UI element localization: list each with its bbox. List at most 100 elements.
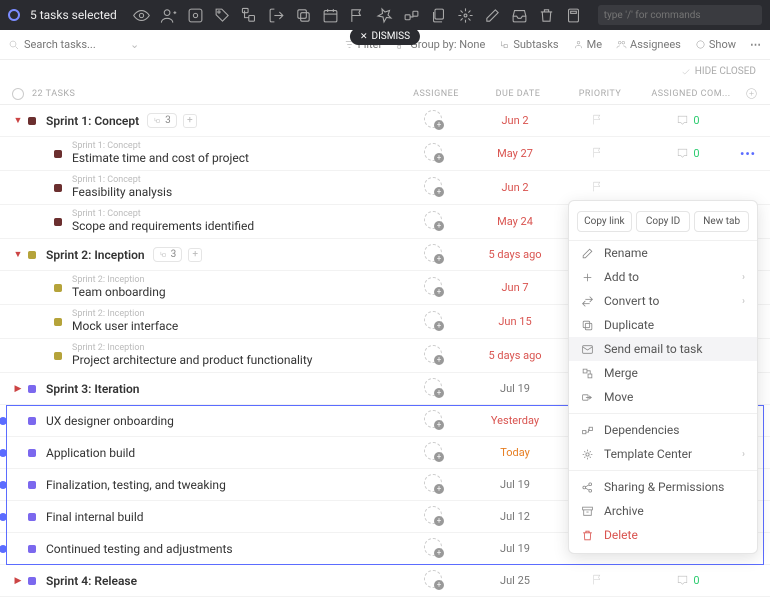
assignee-placeholder-icon[interactable]	[424, 442, 442, 460]
assignee-cell[interactable]	[392, 538, 474, 559]
assignee-placeholder-icon[interactable]	[424, 506, 442, 524]
ctx-item-add-to[interactable]: Add to›	[569, 265, 757, 289]
assignee-placeholder-icon[interactable]	[424, 211, 442, 229]
duplicate-icon[interactable]	[295, 7, 312, 24]
assignee-placeholder-icon[interactable]	[424, 244, 442, 262]
template-icon[interactable]	[565, 7, 582, 24]
status-color-dot[interactable]	[28, 577, 36, 585]
assignee-cell[interactable]	[392, 345, 474, 366]
due-date-cell[interactable]: Today	[474, 446, 556, 459]
task-row[interactable]: ▶Sprint 4: ReleaseJul 250	[0, 565, 770, 597]
col-assignee[interactable]: ASSIGNEE	[395, 89, 477, 99]
ctx-item-dependencies[interactable]: Dependencies	[569, 418, 757, 442]
status-color-dot[interactable]	[54, 184, 62, 192]
task-title-wrap[interactable]: Sprint 1: ConceptEstimate time and cost …	[72, 142, 392, 165]
assignee-cell[interactable]	[392, 570, 474, 591]
assignee-placeholder-icon[interactable]	[424, 311, 442, 329]
add-subtask-button[interactable]: +	[183, 114, 197, 128]
status-color-dot[interactable]	[28, 251, 36, 259]
chevron-down-icon[interactable]: ⌄	[130, 38, 139, 51]
task-title-wrap[interactable]: Sprint 2: InceptionMock user interface	[72, 310, 392, 333]
assignee-cell[interactable]	[392, 244, 474, 265]
date-icon[interactable]	[322, 7, 339, 24]
status-color-dot[interactable]	[28, 545, 36, 553]
ctx-item-template-center[interactable]: Template Center›	[569, 442, 757, 466]
assignee-cell[interactable]	[392, 110, 474, 131]
assignee-placeholder-icon[interactable]	[424, 110, 442, 128]
flag-icon[interactable]	[349, 7, 366, 24]
assignee-placeholder-icon[interactable]	[424, 143, 442, 161]
assignee-placeholder-icon[interactable]	[424, 538, 442, 556]
row-more-icon[interactable]: •••	[738, 147, 758, 161]
subtask-count-badge[interactable]: 3	[147, 113, 177, 128]
assignee-placeholder-icon[interactable]	[424, 277, 442, 295]
due-date-cell[interactable]: Jun 7	[474, 281, 556, 294]
task-title-wrap[interactable]: Sprint 4: Release	[46, 574, 392, 588]
close-icon[interactable]: ✕	[360, 32, 368, 42]
collapse-all-icon[interactable]	[12, 88, 24, 100]
due-date-cell[interactable]: Jun 2	[474, 114, 556, 127]
due-date-cell[interactable]: Jul 12	[474, 510, 556, 523]
copy-id-button[interactable]: Copy ID	[636, 211, 691, 232]
ctx-item-move[interactable]: Move	[569, 385, 757, 409]
assignee-cell[interactable]	[392, 143, 474, 164]
assignee-cell[interactable]	[392, 474, 474, 495]
copy-icon[interactable]	[430, 7, 447, 24]
inbox-icon[interactable]	[511, 7, 528, 24]
assignee-cell[interactable]	[392, 506, 474, 527]
task-row[interactable]: ▼Sprint 1: Concept3+Jun 20	[0, 105, 770, 137]
copy-link-button[interactable]: Copy link	[577, 211, 632, 232]
task-title-wrap[interactable]: Finalization, testing, and tweaking	[46, 478, 392, 492]
assignee-cell[interactable]	[392, 211, 474, 232]
status-color-dot[interactable]	[54, 352, 62, 360]
ctx-item-convert-to[interactable]: Convert to›	[569, 289, 757, 313]
ctx-item-sharing-permissions[interactable]: Sharing & Permissions	[569, 475, 757, 499]
status-color-dot[interactable]	[28, 417, 36, 425]
status-color-dot[interactable]	[28, 449, 36, 457]
task-title-wrap[interactable]: Continued testing and adjustments	[46, 542, 392, 556]
new-tab-button[interactable]: New tab	[694, 211, 749, 232]
task-title-wrap[interactable]: Final internal build	[46, 510, 392, 524]
edit-icon[interactable]	[484, 7, 501, 24]
task-title-wrap[interactable]: Sprint 2: InceptionProject architecture …	[72, 344, 392, 367]
priority-cell[interactable]	[556, 113, 638, 129]
assignee-cell[interactable]	[392, 311, 474, 332]
priority-cell[interactable]	[556, 573, 638, 589]
watch-icon[interactable]	[133, 7, 150, 24]
due-date-cell[interactable]: Jul 19	[474, 478, 556, 491]
assignee-cell[interactable]	[392, 277, 474, 298]
show-button[interactable]: Show	[695, 38, 736, 51]
task-row[interactable]: Sprint 1: ConceptEstimate time and cost …	[0, 137, 770, 171]
expand-caret[interactable]: ▼	[12, 249, 24, 260]
comments-cell[interactable]: 0	[638, 114, 738, 127]
subtask-count-badge[interactable]: 3	[153, 247, 183, 262]
expand-caret[interactable]: ▶	[12, 384, 24, 394]
status-color-dot[interactable]	[54, 150, 62, 158]
status-color-dot[interactable]	[28, 481, 36, 489]
command-input[interactable]	[598, 5, 762, 25]
assignees-button[interactable]: Assignees	[616, 38, 681, 51]
trash-icon[interactable]	[538, 7, 555, 24]
status-color-dot[interactable]	[28, 117, 36, 125]
subtasks-button[interactable]: Subtasks	[499, 38, 558, 51]
task-title-wrap[interactable]: Sprint 3: Iteration	[46, 382, 392, 396]
more-menu-icon[interactable]: ⋯	[750, 38, 762, 51]
search-box[interactable]: ⌄	[8, 38, 139, 51]
add-subtask-button[interactable]: +	[188, 248, 202, 262]
move-out-icon[interactable]	[268, 7, 285, 24]
subtask-icon[interactable]	[241, 7, 258, 24]
status-color-dot[interactable]	[28, 385, 36, 393]
task-title-wrap[interactable]: Sprint 1: ConceptFeasibility analysis	[72, 176, 392, 199]
col-due[interactable]: DUE DATE	[477, 89, 559, 99]
comments-cell[interactable]: 0	[638, 574, 738, 587]
ctx-item-merge[interactable]: Merge	[569, 361, 757, 385]
search-input[interactable]	[24, 38, 124, 51]
priority-cell[interactable]	[556, 180, 638, 196]
col-priority[interactable]: PRIORITY	[559, 89, 641, 99]
assignee-cell[interactable]	[392, 177, 474, 198]
assignee-placeholder-icon[interactable]	[424, 410, 442, 428]
assignee-cell[interactable]	[392, 378, 474, 399]
ctx-item-send-email-to-task[interactable]: Send email to task	[569, 337, 757, 361]
assignee-placeholder-icon[interactable]	[424, 345, 442, 363]
task-title-wrap[interactable]: Sprint 1: ConceptScope and requirements …	[72, 210, 392, 233]
